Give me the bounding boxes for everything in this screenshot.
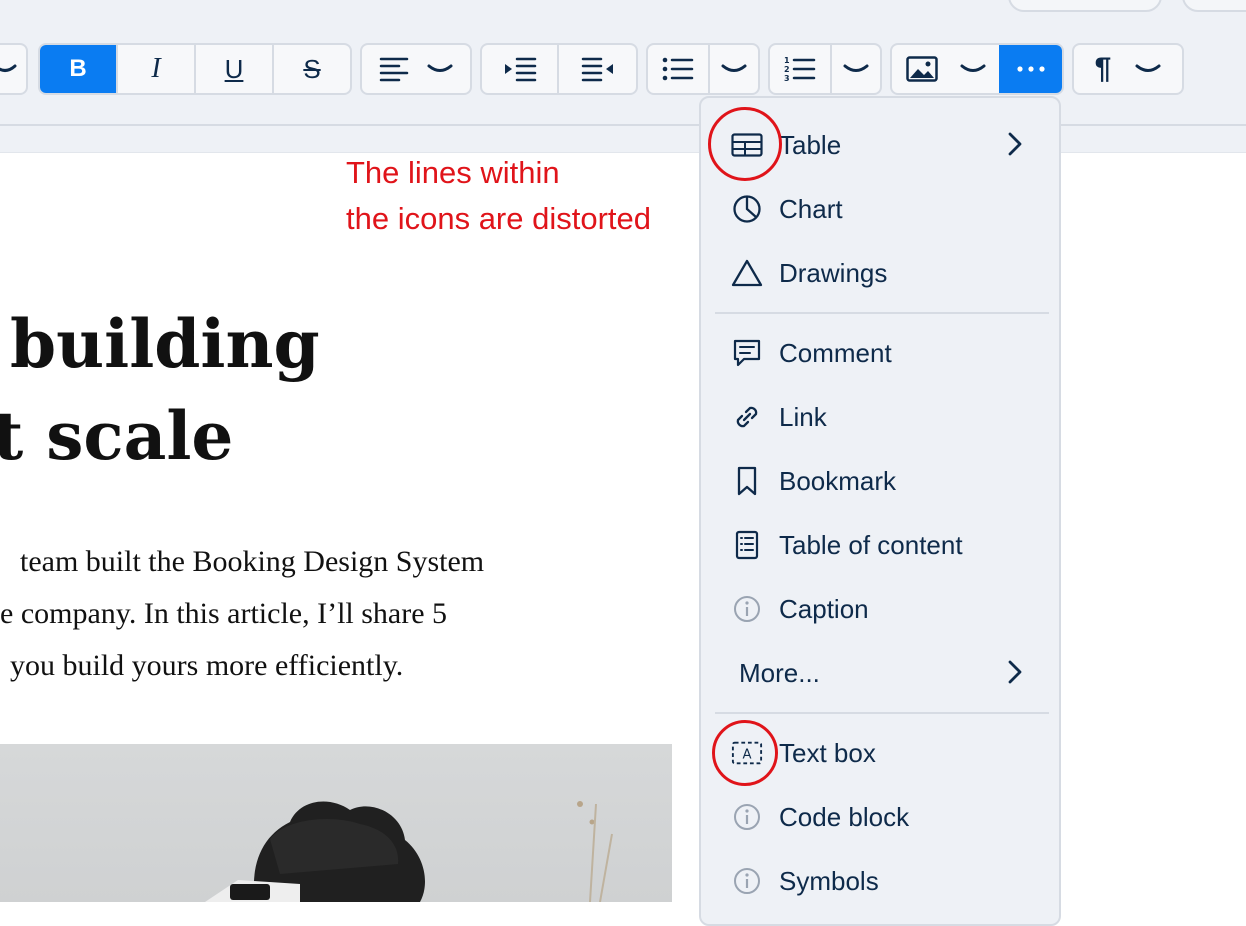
image-dropdown-button[interactable]	[892, 45, 999, 93]
svg-text:3: 3	[784, 74, 790, 83]
numbered-list-dropdown[interactable]	[832, 45, 880, 93]
body-line: you build yours more efficiently.	[10, 649, 404, 682]
table-of-content-icon	[731, 529, 763, 561]
underline-label: U	[224, 53, 244, 84]
bullet-list-group	[646, 43, 760, 95]
menu-item-more[interactable]: More...	[701, 646, 1061, 700]
photo-content	[205, 801, 613, 902]
outdent-button[interactable]	[559, 45, 636, 93]
bold-button[interactable]: B	[40, 45, 118, 93]
menu-item-label: Code block	[779, 801, 910, 832]
bullet-list-icon	[662, 57, 694, 81]
body-line: e company. In this article, I’ll share 5	[0, 597, 448, 630]
article-title-line-2: at scale	[0, 397, 234, 475]
align-dropdown-button[interactable]	[362, 45, 470, 93]
menu-separator	[715, 712, 1049, 714]
annotation-line-2: the icons are distorted	[346, 201, 652, 236]
font-dropdown-button[interactable]	[0, 45, 26, 93]
menu-item-label: Bookmark	[779, 465, 897, 496]
drawings-icon	[731, 257, 763, 289]
numbered-list-group: 123	[768, 43, 882, 95]
strikethrough-label: S	[303, 53, 321, 84]
menu-item-label: Text box	[779, 737, 876, 768]
menu-item-table-of-content[interactable]: Table of content	[701, 518, 1061, 572]
annotation-circle-text-box-icon	[712, 720, 778, 786]
bookmark-icon	[731, 465, 763, 497]
menu-item-label: Table of content	[779, 529, 963, 560]
menu-item-label: Link	[779, 401, 827, 432]
article-title: building at scale	[0, 298, 320, 482]
numbered-list-button[interactable]: 123	[770, 45, 832, 93]
svg-text:2: 2	[784, 65, 790, 74]
font-dropdown-group	[0, 43, 28, 95]
article-photo	[0, 744, 672, 902]
menu-item-label: Caption	[779, 593, 869, 624]
paragraph-group: ¶	[1072, 43, 1184, 95]
menu-item-caption[interactable]: Caption	[701, 582, 1061, 636]
chevron-right-icon	[1007, 659, 1023, 690]
link-icon	[731, 401, 763, 433]
bold-label: B	[69, 55, 87, 82]
annotation-note: The lines within the icons are distorted	[346, 150, 651, 242]
svg-text:1: 1	[784, 56, 790, 65]
top-right-button[interactable]	[1008, 0, 1162, 12]
article-title-line-1: building	[10, 305, 320, 383]
bullet-list-dropdown[interactable]	[710, 45, 758, 93]
numbered-list-icon: 123	[784, 56, 816, 83]
menu-item-label: Symbols	[779, 865, 879, 896]
underline-button[interactable]: U	[196, 45, 274, 93]
more-options-button[interactable]	[999, 45, 1062, 93]
article-body: team built the Booking Design System e c…	[0, 536, 690, 692]
info-icon	[731, 593, 763, 625]
menu-item-label: Drawings	[779, 257, 888, 288]
chevron-down-icon	[1135, 64, 1161, 72]
image-icon	[905, 56, 938, 82]
menu-item-label: More...	[739, 657, 820, 688]
outdent-icon	[581, 57, 613, 82]
indent-button[interactable]	[482, 45, 560, 93]
chevron-right-icon	[1007, 131, 1023, 162]
align-left-icon	[379, 57, 409, 82]
menu-item-drawings[interactable]: Drawings	[701, 246, 1061, 300]
menu-item-code-block[interactable]: Code block	[701, 790, 1061, 844]
menu-item-chart[interactable]: Chart	[701, 182, 1061, 236]
menu-item-link[interactable]: Link	[701, 390, 1061, 444]
menu-item-label: Table	[779, 129, 842, 160]
indent-group	[480, 43, 638, 95]
bullet-list-button[interactable]	[648, 45, 710, 93]
indent-icon	[504, 57, 536, 82]
italic-label: I	[151, 53, 161, 84]
paragraph-label: ¶	[1094, 52, 1112, 85]
menu-separator	[715, 312, 1049, 314]
comment-icon	[731, 337, 763, 369]
italic-button[interactable]: I	[118, 45, 196, 93]
chevron-down-icon	[960, 64, 986, 72]
info-icon	[731, 801, 763, 833]
paragraph-dropdown-button[interactable]: ¶	[1074, 45, 1182, 93]
more-dots-icon	[1017, 66, 1045, 72]
body-line: team built the Booking Design System	[20, 545, 485, 578]
annotation-line-1: The lines within	[346, 155, 560, 190]
align-group	[360, 43, 472, 95]
chevron-down-icon	[843, 64, 869, 72]
insert-menu: Table Chart Drawings Comment Link Bookma…	[699, 96, 1061, 926]
insert-group	[890, 43, 1064, 95]
menu-item-label: Chart	[779, 193, 843, 224]
menu-item-comment[interactable]: Comment	[701, 326, 1061, 380]
info-icon	[731, 865, 763, 897]
strikethrough-button[interactable]: S	[274, 45, 350, 93]
chevron-down-icon	[427, 64, 453, 72]
chevron-down-icon	[721, 64, 747, 72]
annotation-circle-table-icon	[708, 107, 782, 181]
menu-item-bookmark[interactable]: Bookmark	[701, 454, 1061, 508]
menu-item-symbols[interactable]: Symbols	[701, 854, 1061, 908]
chart-icon	[731, 193, 763, 225]
top-right-button-2[interactable]	[1182, 0, 1246, 12]
chevron-down-icon	[0, 64, 17, 72]
text-style-group: B I U S	[38, 43, 352, 95]
menu-item-label: Comment	[779, 337, 892, 368]
